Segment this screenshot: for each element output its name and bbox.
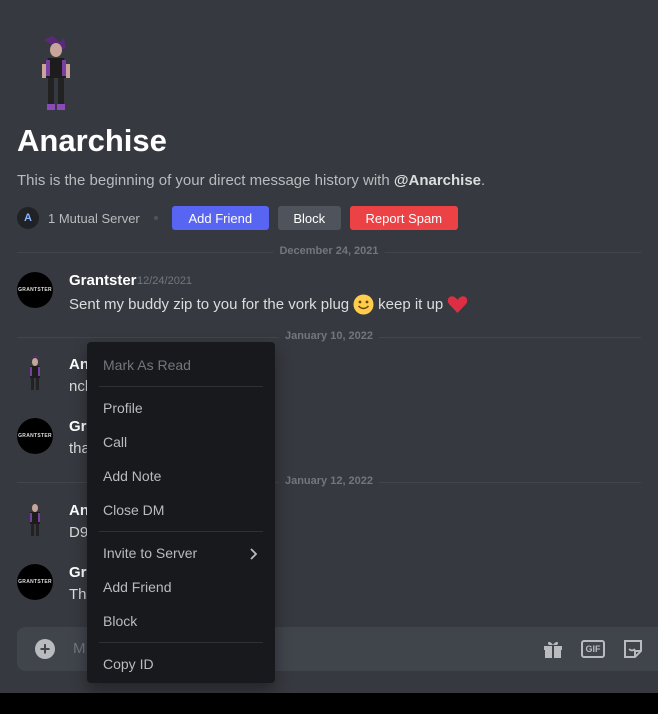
message-text-tail: keep it up bbox=[378, 296, 444, 313]
message-author[interactable]: An bbox=[69, 356, 89, 373]
message-author[interactable]: Grantster bbox=[69, 272, 137, 289]
history-intro: This is the beginning of your direct mes… bbox=[17, 172, 485, 189]
menu-item-profile[interactable]: Profile bbox=[95, 391, 267, 425]
message-content: Sent my buddy zip to you for the vork pl… bbox=[69, 294, 472, 315]
message-text: D9 bbox=[69, 524, 89, 541]
heart-emoji-icon bbox=[447, 294, 468, 315]
report-spam-button[interactable]: Report Spam bbox=[349, 206, 458, 230]
history-suffix: . bbox=[481, 172, 486, 189]
menu-item-add-friend[interactable]: Add Friend bbox=[95, 570, 267, 604]
menu-item-add-note[interactable]: Add Note bbox=[95, 459, 267, 493]
menu-item-copy-id[interactable]: Copy ID bbox=[95, 647, 267, 681]
chevron-right-icon bbox=[249, 547, 258, 563]
avatar[interactable]: GRANTSTER bbox=[17, 418, 53, 454]
message-text: Sent my buddy zip to you for the vork pl… bbox=[69, 296, 350, 313]
avatar[interactable] bbox=[17, 502, 53, 538]
message-input-placeholder[interactable]: M bbox=[73, 640, 86, 657]
avatar-logo-text: GRANTSTER bbox=[18, 579, 52, 585]
avatar-logo-text: GRANTSTER bbox=[18, 287, 52, 293]
message-content: D9 bbox=[69, 524, 88, 541]
message-item: GRANTSTER Grantster 12/24/2021 Sent my b… bbox=[17, 272, 658, 316]
add-friend-button[interactable]: Add Friend bbox=[171, 206, 269, 230]
menu-item-invite-to-server[interactable]: Invite to Server bbox=[95, 536, 267, 570]
date-divider: January 10, 2022 bbox=[17, 330, 641, 342]
dot-separator bbox=[153, 216, 158, 220]
avatar[interactable]: GRANTSTER bbox=[17, 272, 53, 308]
sticker-icon[interactable] bbox=[622, 638, 644, 660]
history-prefix: This is the beginning of your direct mes… bbox=[17, 172, 394, 189]
mutual-server-icon[interactable]: A bbox=[17, 207, 39, 229]
message-author[interactable]: An bbox=[69, 502, 89, 519]
date-divider: December 24, 2021 bbox=[17, 245, 641, 257]
plus-glyph: + bbox=[39, 639, 51, 659]
context-menu: Mark As Read Profile Call Add Note Close… bbox=[87, 342, 275, 683]
mutual-server-count[interactable]: 1 Mutual Server bbox=[48, 211, 140, 226]
avatar-logo-text: GRANTSTER bbox=[18, 433, 52, 439]
profile-avatar bbox=[34, 36, 80, 114]
gif-icon[interactable]: GIF bbox=[581, 640, 605, 658]
dm-channel: Anarchise This is the beginning of your … bbox=[0, 0, 658, 693]
date-divider-label: December 24, 2021 bbox=[273, 245, 385, 257]
bottom-bar bbox=[0, 693, 658, 714]
menu-item-invite-label: Invite to Server bbox=[103, 545, 198, 561]
gift-icon[interactable] bbox=[542, 638, 564, 660]
message-timestamp: 12/24/2021 bbox=[137, 275, 193, 287]
menu-item-block[interactable]: Block bbox=[95, 604, 267, 638]
history-handle: @Anarchise bbox=[393, 172, 482, 189]
menu-separator bbox=[99, 642, 263, 643]
menu-separator bbox=[99, 386, 263, 387]
composer-buttons: GIF bbox=[525, 638, 644, 660]
avatar[interactable]: GRANTSTER bbox=[17, 564, 53, 600]
mutual-server-initial: A bbox=[24, 212, 32, 224]
menu-separator bbox=[99, 531, 263, 532]
smile-emoji-icon bbox=[353, 294, 374, 315]
avatar[interactable] bbox=[17, 356, 53, 392]
date-divider-label: January 12, 2022 bbox=[278, 475, 380, 487]
date-divider-label: January 10, 2022 bbox=[278, 330, 380, 342]
profile-name: Anarchise bbox=[17, 123, 167, 158]
menu-item-close-dm[interactable]: Close DM bbox=[95, 493, 267, 527]
block-button[interactable]: Block bbox=[277, 206, 341, 230]
menu-item-mark-as-read[interactable]: Mark As Read bbox=[95, 348, 267, 382]
mutual-actions-row: A 1 Mutual Server Add Friend Block Repor… bbox=[17, 206, 467, 230]
menu-item-call[interactable]: Call bbox=[95, 425, 267, 459]
plus-icon[interactable]: + bbox=[35, 639, 55, 659]
